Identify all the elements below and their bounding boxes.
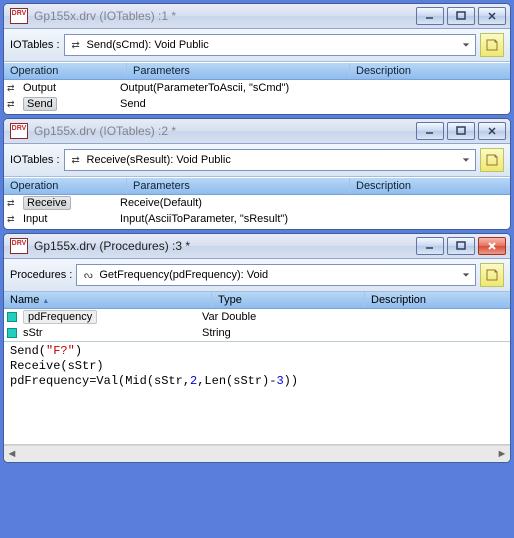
toolbar-label: IOTables : (10, 154, 60, 166)
col-type[interactable]: Type (212, 292, 365, 308)
drv-icon (10, 123, 28, 139)
titlebar[interactable]: Gp155x.drv (IOTables) :2 * (4, 119, 510, 144)
code-editor[interactable]: Send("F?") Receive(sStr) pdFrequency=Val… (4, 341, 510, 445)
close-button[interactable] (478, 122, 506, 140)
io-icon: ⇄ (7, 83, 19, 94)
col-parameters[interactable]: Parameters (127, 63, 350, 79)
toolbar: IOTables : ⇄ Receive(sResult): Void Publ… (4, 144, 510, 177)
var-name: sStr (23, 327, 43, 339)
col-operation[interactable]: Operation (4, 63, 127, 79)
scroll-track[interactable] (20, 446, 494, 462)
minimize-button[interactable] (416, 7, 444, 25)
col-description[interactable]: Description (350, 178, 510, 194)
var-type: String (202, 327, 342, 339)
scroll-left-icon[interactable]: ◄ (4, 446, 20, 462)
table-row[interactable]: ⇄ Input Input(AsciiToParameter, "sResult"… (4, 211, 510, 227)
variable-icon (7, 312, 17, 322)
grid-header: Operation Parameters Description (4, 62, 510, 80)
minimize-button[interactable] (416, 122, 444, 140)
io-icon: ⇄ (69, 155, 83, 166)
col-parameters[interactable]: Parameters (127, 178, 350, 194)
scroll-right-icon[interactable]: ► (494, 446, 510, 462)
chevron-down-icon (459, 41, 473, 49)
io-icon: ⇄ (69, 40, 83, 51)
dropdown-value: Receive(sResult): Void Public (87, 154, 455, 166)
dropdown-value: Send(sCmd): Void Public (87, 39, 455, 51)
window-title: Gp155x.drv (IOTables) :1 * (28, 9, 416, 23)
io-icon: ⇄ (7, 99, 19, 110)
toolbar: Procedures : ᔓ GetFrequency(pdFrequency)… (4, 259, 510, 292)
maximize-button[interactable] (447, 122, 475, 140)
col-operation[interactable]: Operation (4, 178, 127, 194)
iotable-dropdown[interactable]: ⇄ Send(sCmd): Void Public (64, 34, 476, 56)
op-cell: Input (23, 213, 47, 225)
toolbar-label: IOTables : (10, 39, 60, 51)
grid-body: ⇄ Receive Receive(Default) ⇄ Input Input(A… (4, 195, 510, 229)
window-iotables-2: Gp155x.drv (IOTables) :2 * IOTables : ⇄ … (3, 118, 511, 230)
var-row[interactable]: pdFrequency Var Double (4, 309, 510, 325)
titlebar[interactable]: Gp155x.drv (Procedures) :3 * (4, 234, 510, 259)
var-row[interactable]: sStr String (4, 325, 510, 341)
grid-body: ⇄ Output Output(ParameterToAscii, "sCmd")… (4, 80, 510, 114)
note-button[interactable] (480, 263, 504, 287)
op-cell: Receive (23, 196, 71, 210)
close-button[interactable] (478, 237, 506, 255)
window-title: Gp155x.drv (IOTables) :2 * (28, 124, 416, 138)
chevron-down-icon (459, 271, 473, 279)
horizontal-scrollbar[interactable]: ◄ ► (4, 445, 510, 462)
window-procedures-3: Gp155x.drv (Procedures) :3 * Procedures … (3, 233, 511, 463)
var-name: pdFrequency (23, 310, 97, 324)
toolbar-label: Procedures : (10, 269, 72, 281)
param-cell: Send (120, 98, 330, 110)
param-cell: Input(AsciiToParameter, "sResult") (120, 213, 330, 225)
grid-header: Operation Parameters Description (4, 177, 510, 195)
drv-icon (10, 8, 28, 24)
table-row[interactable]: ⇄ Send Send (4, 96, 510, 112)
var-header: Name▲ Type Description (4, 292, 510, 309)
window-iotables-1: Gp155x.drv (IOTables) :1 * IOTables : ⇄ … (3, 3, 511, 115)
io-icon: ⇄ (7, 198, 19, 209)
note-button[interactable] (480, 148, 504, 172)
sort-asc-icon: ▲ (39, 298, 49, 305)
var-body: pdFrequency Var Double sStr String (4, 309, 510, 341)
table-row[interactable]: ⇄ Receive Receive(Default) (4, 195, 510, 211)
chevron-down-icon (459, 156, 473, 164)
var-type: Var Double (202, 311, 342, 323)
maximize-button[interactable] (447, 237, 475, 255)
minimize-button[interactable] (416, 237, 444, 255)
titlebar[interactable]: Gp155x.drv (IOTables) :1 * (4, 4, 510, 29)
op-cell: Send (23, 97, 57, 111)
variable-icon (7, 328, 17, 338)
drv-icon (10, 238, 28, 254)
table-row[interactable]: ⇄ Output Output(ParameterToAscii, "sCmd") (4, 80, 510, 96)
window-title: Gp155x.drv (Procedures) :3 * (28, 239, 416, 253)
io-icon: ⇄ (7, 214, 19, 225)
op-cell: Output (23, 82, 56, 94)
proc-icon: ᔓ (81, 270, 95, 281)
col-description[interactable]: Description (365, 292, 510, 308)
close-button[interactable] (478, 7, 506, 25)
param-cell: Output(ParameterToAscii, "sCmd") (120, 82, 330, 94)
col-description[interactable]: Description (350, 63, 510, 79)
dropdown-value: GetFrequency(pdFrequency): Void (99, 269, 455, 281)
maximize-button[interactable] (447, 7, 475, 25)
iotable-dropdown[interactable]: ⇄ Receive(sResult): Void Public (64, 149, 476, 171)
col-name[interactable]: Name▲ (4, 292, 212, 308)
procedure-dropdown[interactable]: ᔓ GetFrequency(pdFrequency): Void (76, 264, 476, 286)
note-button[interactable] (480, 33, 504, 57)
toolbar: IOTables : ⇄ Send(sCmd): Void Public (4, 29, 510, 62)
param-cell: Receive(Default) (120, 197, 330, 209)
